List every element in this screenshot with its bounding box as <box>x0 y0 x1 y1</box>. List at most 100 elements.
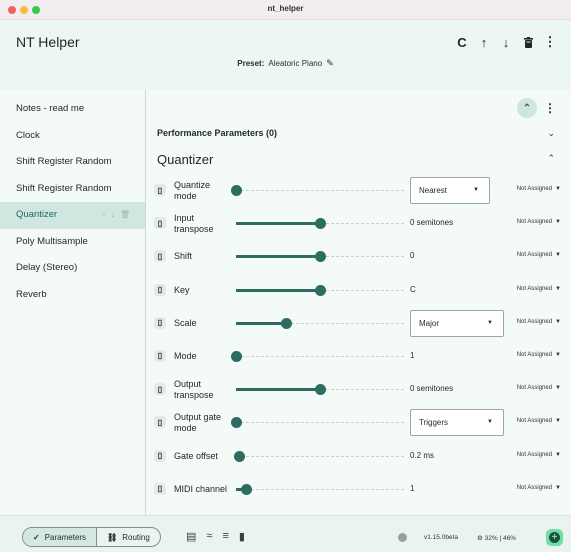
parameter-value: C <box>410 284 416 294</box>
mapping-icon[interactable]: ▯ <box>154 349 166 362</box>
sidebar-item-selected[interactable]: Quantizer ↑↓🗑 <box>0 202 145 229</box>
parameter-name: Shift <box>174 251 193 262</box>
sidebar-item[interactable]: Clock <box>0 123 145 150</box>
delete-icon[interactable] <box>517 33 539 51</box>
slider-fill <box>236 388 320 392</box>
sidebar-item[interactable]: Reverb <box>0 282 145 309</box>
assignment-dropdown[interactable]: Not Assigned ▼ <box>517 186 561 192</box>
slider-thumb[interactable] <box>315 251 326 263</box>
mapping-icon[interactable]: ▯ <box>154 383 166 396</box>
slider-thumb[interactable] <box>231 417 242 429</box>
mapping-icon[interactable]: ▯ <box>154 449 166 462</box>
slider-thumb[interactable] <box>241 483 253 495</box>
mapping-icon[interactable]: ▯ <box>154 217 166 230</box>
parameter-slider[interactable] <box>236 317 404 329</box>
parameter-slider[interactable] <box>231 417 404 429</box>
cpu-icon: ⚙ <box>477 535 485 542</box>
slider-thumb[interactable] <box>281 317 293 329</box>
list-view-icon[interactable]: ▤ <box>186 530 196 543</box>
parameter-select-value: Triggers <box>419 418 449 428</box>
dropdown-caret-icon: ▼ <box>555 351 561 358</box>
parameter-select[interactable]: Nearest ▼ <box>410 177 490 204</box>
dropdown-caret-icon: ▼ <box>487 319 493 326</box>
parameter-slider[interactable] <box>236 251 404 263</box>
parameter-slider[interactable] <box>231 185 404 196</box>
assignment-dropdown[interactable]: Not Assigned ▼ <box>517 352 561 358</box>
parameter-slider[interactable] <box>234 450 404 462</box>
chevron-down-icon[interactable]: ⌄ <box>547 128 555 139</box>
add-algorithm-button[interactable]: + <box>546 529 563 546</box>
mapping-icon[interactable]: ▯ <box>154 250 166 263</box>
preset-label: Preset: <box>237 59 265 68</box>
assignment-label: Not Assigned <box>516 252 553 259</box>
parameter-slider[interactable] <box>236 218 404 230</box>
mapping-icon[interactable]: ▯ <box>154 316 166 329</box>
collapse-all-icon[interactable]: ⌃ <box>517 98 537 118</box>
sidebar-item[interactable]: Notes - read me <box>0 96 145 123</box>
tab-parameters[interactable]: ✓ Parameters <box>23 528 98 546</box>
assignment-dropdown[interactable]: Not Assigned ▼ <box>517 418 561 424</box>
app-bar: NT Helper C ↑ ↓ ⋮ Preset: Aleatoric Piano… <box>0 20 571 90</box>
sidebar-item[interactable]: Shift Register Random <box>0 149 145 176</box>
bar-chart-icon[interactable]: ▮ <box>239 530 245 543</box>
slider-fill <box>236 222 320 226</box>
assignment-dropdown[interactable]: Not Assigned ▼ <box>517 219 561 225</box>
check-icon: ✓ <box>33 532 40 542</box>
slider-thumb[interactable] <box>315 384 326 396</box>
slider-thumb[interactable] <box>234 450 246 462</box>
parameter-name: Output gate mode <box>174 411 222 433</box>
mapping-icon[interactable]: ▯ <box>154 482 166 495</box>
slider-thumb[interactable] <box>315 284 326 296</box>
assignment-label: Not Assigned <box>516 484 553 491</box>
parameter-select[interactable]: Triggers ▼ <box>410 409 504 437</box>
parameter-name: Output transpose <box>174 378 214 400</box>
arrow-up-icon[interactable]: ↑ <box>473 33 495 51</box>
more-vert-icon[interactable]: ⋮ <box>539 33 561 51</box>
assignment-dropdown[interactable]: Not Assigned ▼ <box>517 319 561 325</box>
more-vert-icon[interactable]: ⋮ <box>543 101 557 115</box>
delete-icon[interactable]: 🗑 <box>120 210 135 219</box>
assignment-dropdown[interactable]: Not Assigned ▼ <box>517 286 561 292</box>
menu-lines-icon[interactable]: ≡ <box>222 530 228 543</box>
add-icon: + <box>549 532 560 543</box>
sidebar-item[interactable]: Delay (Stereo) <box>0 255 145 282</box>
assignment-dropdown[interactable]: Not Assigned ▼ <box>517 485 561 491</box>
slider-thumb[interactable] <box>231 350 242 362</box>
assignment-dropdown[interactable]: Not Assigned ▼ <box>517 252 561 258</box>
tab-routing[interactable]: ⛓ Routing <box>97 528 160 546</box>
section-title[interactable]: Quantizer <box>157 152 213 167</box>
parameter-select[interactable]: Major ▼ <box>410 309 504 337</box>
parameter-name: Mode <box>174 350 197 361</box>
mapping-icon[interactable]: ▯ <box>154 184 166 196</box>
slider-thumb[interactable] <box>315 218 326 230</box>
mapping-icon[interactable]: ▯ <box>154 283 166 296</box>
parameter-value: 0.2 ms <box>410 450 435 460</box>
parameter-row: ▯ Output transpose 0 semitones Not Assigned… <box>146 373 571 406</box>
waveform-icon[interactable]: ≈ <box>206 530 212 543</box>
performance-parameters-header[interactable]: Performance Parameters (0) <box>157 128 277 138</box>
assignment-dropdown[interactable]: Not Assigned ▼ <box>517 452 561 458</box>
chevron-up-icon[interactable]: ⌃ <box>547 153 555 164</box>
refresh-icon[interactable]: C <box>451 33 473 51</box>
move-up-icon[interactable]: ↑ <box>102 210 111 219</box>
parameter-slider[interactable] <box>236 483 404 495</box>
parameter-value: 0 semitones <box>410 218 454 228</box>
preset-name: Aleatoric Piano <box>268 59 323 68</box>
sidebar-item[interactable]: Poly Multisample <box>0 229 145 256</box>
slider-thumb[interactable] <box>231 185 242 196</box>
parameter-slider[interactable] <box>236 284 404 296</box>
mapping-icon[interactable]: ▯ <box>154 416 166 429</box>
dropdown-caret-icon: ▼ <box>473 187 479 193</box>
parameter-name: MIDI channel <box>174 483 228 494</box>
assignment-dropdown[interactable]: Not Assigned ▼ <box>517 385 561 391</box>
sidebar-item-label: Notes - read me <box>16 103 85 114</box>
assignment-label: Not Assigned <box>516 318 553 325</box>
move-down-icon[interactable]: ↓ <box>111 210 120 219</box>
sidebar-item[interactable]: Shift Register Random <box>0 176 145 203</box>
edit-pencil-icon[interactable]: ✎ <box>326 58 334 68</box>
assignment-label: Not Assigned <box>516 451 553 458</box>
arrow-down-icon[interactable]: ↓ <box>495 33 517 51</box>
parameter-slider[interactable] <box>236 384 404 396</box>
dropdown-caret-icon: ▼ <box>487 419 493 426</box>
parameter-slider[interactable] <box>231 350 404 362</box>
